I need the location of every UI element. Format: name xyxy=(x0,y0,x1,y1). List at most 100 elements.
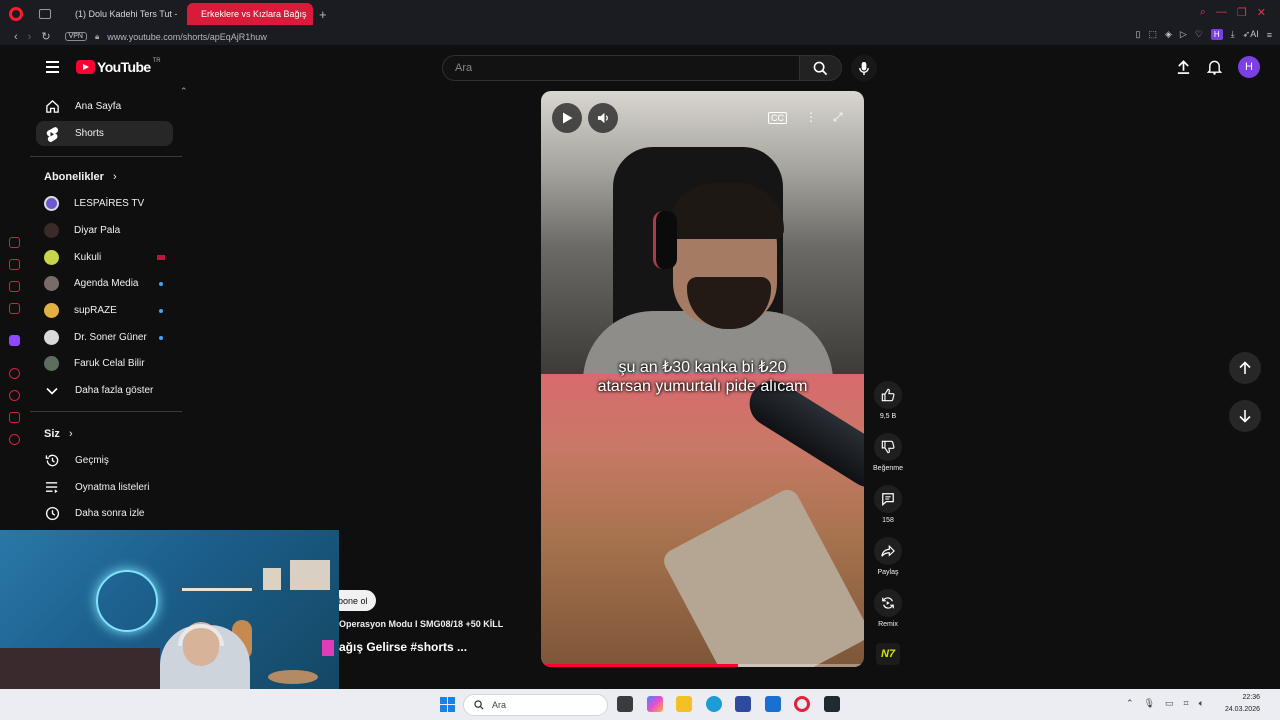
sound-thumbnail[interactable]: N7 xyxy=(876,643,900,665)
forward-button[interactable]: › xyxy=(28,31,32,43)
subscription-item[interactable]: Kukuli xyxy=(36,245,173,270)
new-tab-button[interactable]: + xyxy=(319,7,327,22)
nav-watch-later[interactable]: Daha sonra izle xyxy=(36,501,173,526)
store-icon[interactable] xyxy=(735,696,751,712)
subscription-item[interactable]: Dr. Soner Güner xyxy=(36,325,173,350)
fullscreen-icon[interactable]: ⤢ xyxy=(833,110,843,125)
comments-button[interactable] xyxy=(874,485,902,513)
maximize-button[interactable]: ❐ xyxy=(1237,6,1247,19)
collapse-caret-icon[interactable]: ⌃ xyxy=(180,86,188,97)
dislike-button[interactable] xyxy=(874,433,902,461)
video-progress-bar[interactable] xyxy=(541,664,864,667)
short-title[interactable]: ağış Gelirse #shorts ... xyxy=(339,640,467,654)
taskbar-search[interactable]: Ara xyxy=(463,694,608,716)
opera-chat-icon[interactable] xyxy=(9,303,20,314)
subscription-item[interactable]: Diyar Pala xyxy=(36,218,173,243)
like-button[interactable] xyxy=(874,381,902,409)
back-button[interactable]: ‹ xyxy=(14,31,18,43)
edge-icon[interactable] xyxy=(706,696,722,712)
opera-settings-icon[interactable] xyxy=(9,434,20,445)
nav-history[interactable]: Geçmiş xyxy=(36,448,173,473)
opera-logo-icon[interactable] xyxy=(9,7,23,21)
show-more-button[interactable]: Daha fazla göster xyxy=(36,378,173,403)
reload-button[interactable]: ↻ xyxy=(41,30,50,43)
menu-icon[interactable]: ≡ xyxy=(1267,30,1272,40)
account-avatar[interactable]: H xyxy=(1238,56,1260,78)
remix-button[interactable] xyxy=(874,589,902,617)
file-explorer-icon[interactable] xyxy=(676,696,692,712)
shorts-video-player[interactable]: CC ⋮ ⤢ şu an ₺30 kanka bi ₺20 atarsan yu… xyxy=(541,91,864,667)
subscription-item[interactable]: Faruk Celal Bilir xyxy=(36,351,173,376)
you-heading[interactable]: Siz › xyxy=(44,428,73,440)
url-field[interactable]: www.youtube.com/shorts/apEqAjR1huw xyxy=(107,32,267,42)
speaker-icon[interactable]: 🔈︎ xyxy=(1199,698,1204,709)
microphone-icon[interactable]: 🎙︎ xyxy=(1144,698,1155,709)
notifications-bell-icon[interactable] xyxy=(1207,59,1222,75)
lock-icon[interactable]: 🔒︎ xyxy=(95,32,99,42)
nav-playlists[interactable]: Oynatma listeleri xyxy=(36,475,173,500)
bookmark-icon[interactable]: ▯ xyxy=(1136,29,1141,40)
minimize-button[interactable]: — xyxy=(1216,6,1227,19)
voice-search-button[interactable] xyxy=(851,55,877,81)
heart-icon[interactable]: ♡ xyxy=(1195,29,1203,40)
twitch-icon[interactable] xyxy=(9,335,20,346)
opera-bag-icon[interactable] xyxy=(9,259,20,270)
close-button[interactable]: ✕ xyxy=(1257,6,1266,19)
share-action[interactable]: Paylaş xyxy=(870,537,906,576)
history-icon xyxy=(44,453,60,469)
vpn-badge[interactable]: VPN xyxy=(64,32,87,41)
like-action[interactable]: 9,5 B xyxy=(870,381,906,420)
search-button[interactable] xyxy=(800,55,842,81)
next-short-button[interactable] xyxy=(1229,400,1261,432)
opera-history-icon[interactable] xyxy=(9,390,20,401)
copilot-icon[interactable] xyxy=(647,696,663,712)
remix-action[interactable]: Remix xyxy=(870,589,906,628)
play-button[interactable] xyxy=(552,103,582,133)
more-options-icon[interactable]: ⋮ xyxy=(805,110,817,124)
nav-shorts[interactable]: Shorts xyxy=(36,121,173,146)
comment-action[interactable]: 158 xyxy=(870,485,906,524)
aria-ai-button[interactable]: ➶AI xyxy=(1243,29,1259,40)
subscription-item[interactable]: supRAZE xyxy=(36,298,173,323)
browser-tab-1[interactable]: (1) Dolu Kadehi Ters Tut - xyxy=(61,3,183,25)
country-code: TR xyxy=(152,58,161,64)
tab-islands-icon[interactable] xyxy=(39,9,51,19)
previous-short-button[interactable] xyxy=(1229,352,1261,384)
youtube-logo[interactable]: YouTube TR xyxy=(76,58,161,75)
opera-icon[interactable] xyxy=(794,696,810,712)
volume-button[interactable] xyxy=(588,103,618,133)
chevron-up-icon[interactable]: ⌃ xyxy=(1126,698,1134,709)
taskbar-clock[interactable]: 22:36 24.03.2026 xyxy=(1225,692,1260,716)
download-icon[interactable]: ⤓ xyxy=(1231,29,1235,40)
captions-icon[interactable]: CC xyxy=(768,112,787,124)
opera-player-icon[interactable] xyxy=(9,368,20,379)
subscriptions-heading[interactable]: Abonelikler › xyxy=(44,171,117,183)
network-icon[interactable]: ⌗ xyxy=(1184,698,1189,709)
task-view-icon[interactable] xyxy=(617,696,633,712)
player-icon[interactable]: ▷ xyxy=(1180,29,1187,40)
shield-icon[interactable]: ◈ xyxy=(1165,29,1172,40)
share-button[interactable] xyxy=(874,537,902,565)
channel-name: Faruk Celal Bilir xyxy=(74,358,145,369)
app-icon[interactable] xyxy=(824,696,840,712)
dislike-action[interactable]: Beğenme xyxy=(870,433,906,472)
profile-badge[interactable]: H xyxy=(1210,29,1223,40)
hamburger-menu-icon[interactable] xyxy=(46,61,59,73)
upload-icon[interactable] xyxy=(1176,59,1191,75)
subscription-item[interactable]: LESPAİRES TV xyxy=(36,191,173,216)
opera-ai-icon[interactable] xyxy=(9,237,20,248)
outlook-icon[interactable] xyxy=(765,696,781,712)
display-icon[interactable]: ▭ xyxy=(1165,698,1174,709)
search-input[interactable]: Ara xyxy=(442,55,800,81)
sound-action[interactable]: N7 xyxy=(870,643,906,665)
snapshot-icon[interactable]: ⬚ xyxy=(1148,29,1157,40)
search-tabs-icon[interactable]: ⌕ xyxy=(1200,6,1206,19)
channel-name: Diyar Pala xyxy=(74,225,121,236)
nav-home[interactable]: Ana Sayfa xyxy=(36,94,173,119)
subscription-item[interactable]: Agenda Media xyxy=(36,271,173,296)
opera-messenger-icon[interactable] xyxy=(9,281,20,292)
short-description[interactable]: Operasyon Modu I SMG08/18 +50 KİLL xyxy=(339,619,503,629)
windows-start-icon[interactable] xyxy=(440,697,455,712)
browser-tab-active[interactable]: Erkeklere vs Kızlara Bağış xyxy=(187,3,313,25)
opera-extensions-icon[interactable] xyxy=(9,412,20,423)
